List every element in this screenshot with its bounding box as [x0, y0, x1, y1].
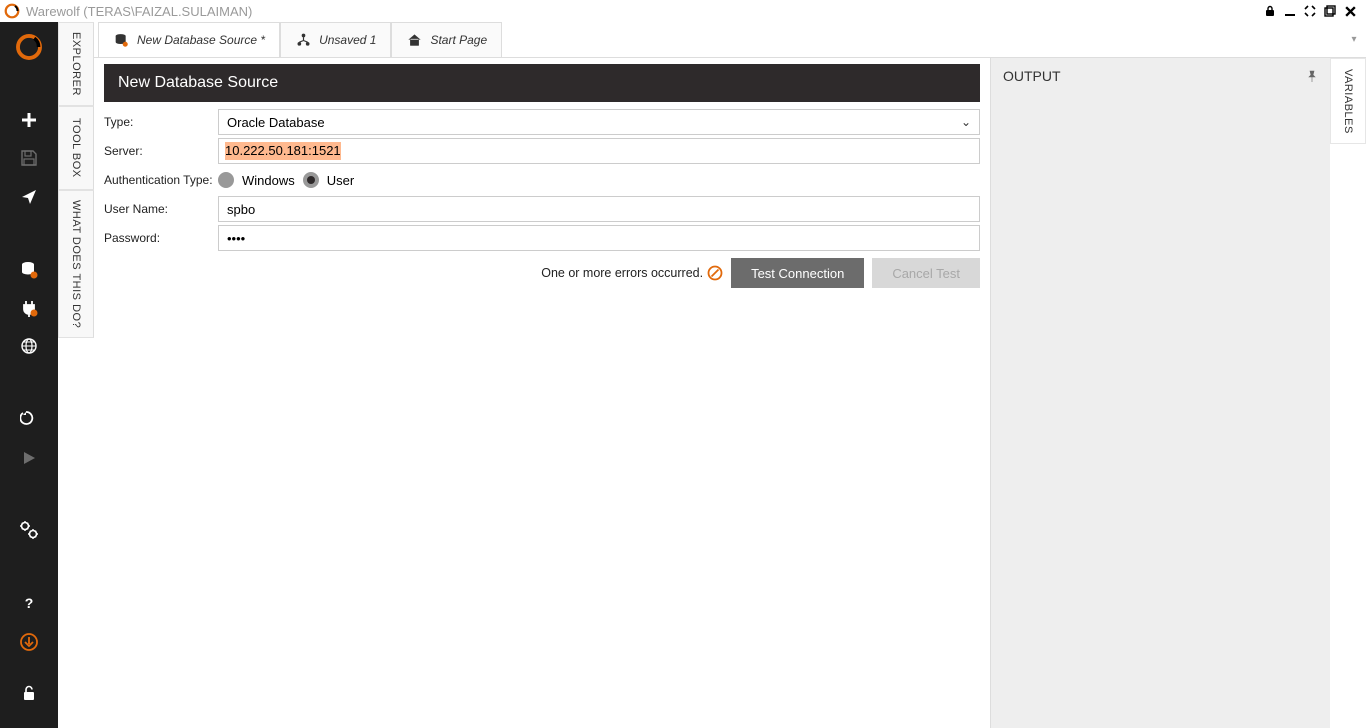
deploy-icon[interactable]: [11, 180, 47, 214]
tab-label: Start Page: [430, 33, 487, 47]
error-icon: [707, 265, 723, 281]
home-tab-icon: [406, 32, 422, 48]
error-message: One or more errors occurred.: [541, 265, 723, 281]
password-label: Password:: [104, 231, 218, 245]
database-tab-icon: [113, 32, 129, 48]
tab-label: Unsaved 1: [319, 33, 376, 47]
explorer-tab-label: EXPLORER: [70, 24, 82, 104]
auth-label: Authentication Type:: [104, 173, 218, 187]
database-icon[interactable]: [11, 252, 47, 286]
server-label: Server:: [104, 144, 218, 158]
tab-label: New Database Source *: [137, 33, 265, 47]
restore-button[interactable]: [1320, 1, 1340, 21]
auth-windows-radio[interactable]: [218, 172, 234, 188]
workflow-tab-icon: [295, 32, 311, 48]
auth-user-label: User: [327, 173, 354, 188]
document-tabs: New Database Source * Unsaved 1 Start Pa…: [94, 22, 1366, 58]
server-value: 10.222.50.181:1521: [225, 142, 341, 160]
chevron-down-icon: ⌄: [961, 115, 971, 129]
close-button[interactable]: [1340, 1, 1360, 21]
help-icon[interactable]: ?: [11, 586, 47, 620]
test-connection-button[interactable]: Test Connection: [731, 258, 864, 288]
content-row: New Database Source Type: Oracle Databas…: [94, 58, 1366, 728]
download-icon[interactable]: [11, 625, 47, 659]
new-icon[interactable]: [11, 103, 47, 137]
svg-text:?: ?: [25, 595, 34, 611]
unlock-icon[interactable]: [11, 676, 47, 710]
variables-tab-label: VARIABLES: [1342, 61, 1354, 142]
tab-new-db-source[interactable]: New Database Source *: [98, 22, 280, 57]
maximize-button[interactable]: [1300, 1, 1320, 21]
main-column: New Database Source * Unsaved 1 Start Pa…: [94, 22, 1366, 728]
toolbox-tab[interactable]: TOOL BOX: [58, 106, 94, 190]
server-input[interactable]: 10.222.50.181:1521: [218, 138, 980, 164]
type-label: Type:: [104, 115, 218, 129]
error-text: One or more errors occurred.: [541, 266, 703, 280]
type-dropdown[interactable]: Oracle Database ⌄: [218, 109, 980, 135]
auth-windows-label: Windows: [242, 173, 295, 188]
play-icon[interactable]: [11, 440, 47, 474]
save-icon[interactable]: [11, 141, 47, 175]
app-body: ? EXPLORER TOOL BOX WHAT DOES THIS DO? N…: [0, 22, 1366, 728]
plugin-icon[interactable]: [11, 291, 47, 325]
cancel-test-button: Cancel Test: [872, 258, 980, 288]
sidebar: ?: [0, 22, 58, 728]
username-label: User Name:: [104, 202, 218, 216]
toolbox-tab-label: TOOL BOX: [70, 110, 82, 186]
output-panel: OUTPUT: [990, 58, 1330, 728]
tab-unsaved[interactable]: Unsaved 1: [280, 22, 391, 57]
explorer-tab[interactable]: EXPLORER: [58, 22, 94, 106]
output-title: OUTPUT: [1003, 68, 1305, 84]
minimize-button[interactable]: [1280, 1, 1300, 21]
username-input[interactable]: [218, 196, 980, 222]
debug-icon[interactable]: [11, 402, 47, 436]
right-docked-tabs: VARIABLES: [1330, 58, 1366, 728]
type-value: Oracle Database: [227, 115, 325, 130]
titlebar: Warewolf (TERAS\FAIZAL.SULAIMAN): [0, 0, 1366, 22]
password-input[interactable]: [218, 225, 980, 251]
app-logo-icon: [4, 3, 20, 19]
tab-start-page[interactable]: Start Page: [391, 22, 502, 57]
auth-user-radio[interactable]: [303, 172, 319, 188]
left-docked-tabs: EXPLORER TOOL BOX WHAT DOES THIS DO?: [58, 22, 94, 728]
whatdoes-tab-label: WHAT DOES THIS DO?: [70, 192, 82, 336]
tab-overflow-button[interactable]: ▾: [1342, 22, 1366, 57]
whatdoes-tab[interactable]: WHAT DOES THIS DO?: [58, 190, 94, 338]
web-icon[interactable]: [11, 329, 47, 363]
pin-icon[interactable]: [1305, 70, 1318, 83]
variables-tab[interactable]: VARIABLES: [1330, 58, 1366, 144]
window-title: Warewolf (TERAS\FAIZAL.SULAIMAN): [26, 4, 1260, 19]
app-home-icon[interactable]: [11, 30, 47, 64]
page-title: New Database Source: [104, 64, 980, 102]
settings-icon[interactable]: [11, 513, 47, 547]
lock-icon[interactable]: [1260, 1, 1280, 21]
form-area: New Database Source Type: Oracle Databas…: [94, 58, 990, 728]
